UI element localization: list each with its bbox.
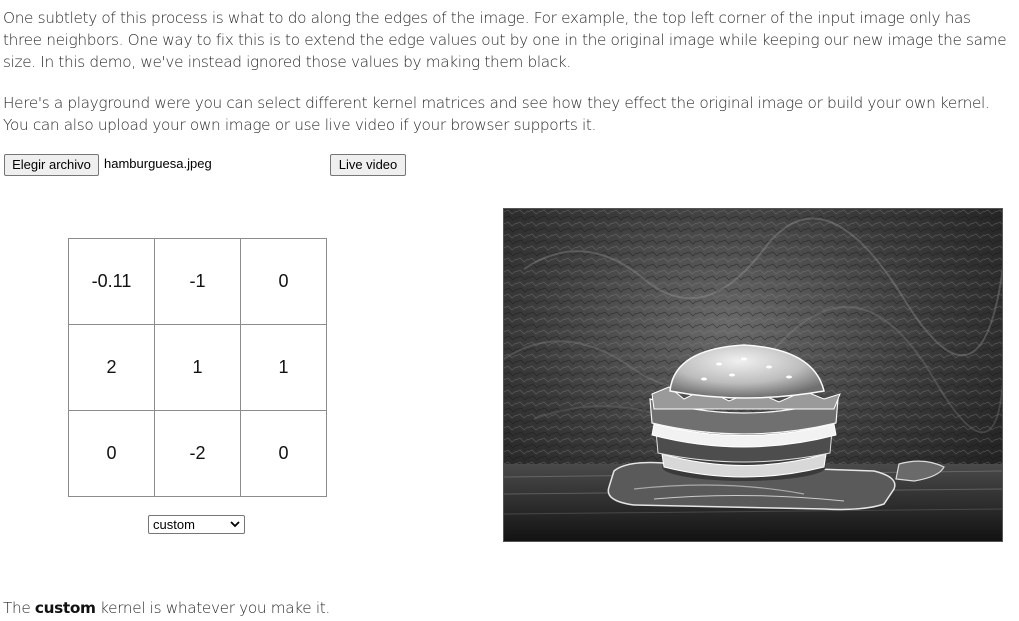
caption-kernel-name: custom [34,599,96,617]
kernel-select-value: custom [153,517,195,532]
filtered-image-canvas [503,208,1003,542]
kernel-cell-2-1[interactable]: -2 [154,410,241,497]
kernel-caption: The custom kernel is whatever you make i… [3,597,330,619]
live-video-button[interactable]: Live video [330,154,406,176]
caption-prefix: The [3,599,31,617]
edges-paragraph: One subtlety of this process is what to … [3,9,1007,71]
file-name-label: hamburguesa.jpeg [104,156,212,171]
kernel-cell-0-0[interactable]: -0.11 [68,238,155,325]
filtered-burger-image [504,209,1002,541]
chevron-down-icon [230,516,240,533]
choose-file-button[interactable]: Elegir archivo [4,154,99,176]
kernel-preset-select[interactable]: custom [148,515,245,534]
kernel-cell-1-0[interactable]: 2 [68,324,155,411]
kernel-cell-0-2[interactable]: 0 [240,238,327,325]
playground-paragraph: Here's a playground were you can select … [3,94,990,134]
kernel-matrix: -0.11 -1 0 2 1 1 0 -2 0 [68,238,327,498]
caption-suffix: kernel is whatever you make it. [100,599,330,617]
kernel-cell-0-1[interactable]: -1 [154,238,241,325]
kernel-cell-2-0[interactable]: 0 [68,410,155,497]
kernel-cell-1-1[interactable]: 1 [154,324,241,411]
kernel-cell-2-2[interactable]: 0 [240,410,327,497]
kernel-cell-1-2[interactable]: 1 [240,324,327,411]
